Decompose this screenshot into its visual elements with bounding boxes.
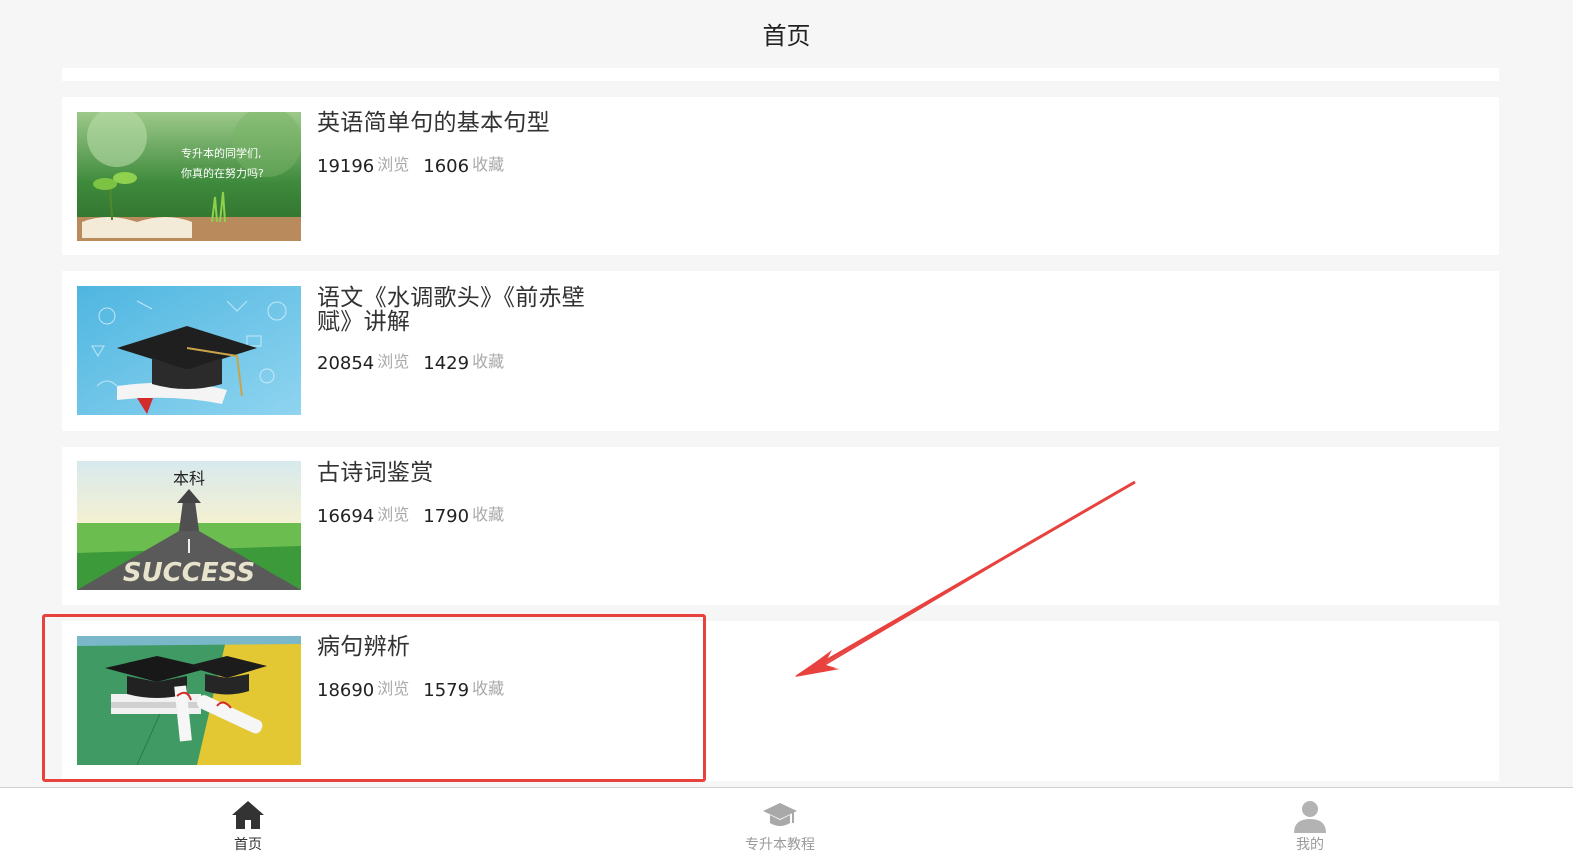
thumb-text-top: 本科 <box>173 469 205 488</box>
tab-home-label: 首页 <box>234 837 262 853</box>
views-count: 20854 <box>317 353 375 374</box>
favorites-count: 1429 <box>423 353 470 374</box>
article-stats: 19196 浏览 1606 收藏 <box>317 153 504 177</box>
favorites-count: 1606 <box>423 156 470 177</box>
article-thumbnail: 本科 SUCCESS <box>77 461 301 590</box>
article-title: 古诗词鉴赏 <box>317 460 434 486</box>
article-stats: 20854 浏览 1429 收藏 <box>317 350 504 374</box>
page-header: 首页 <box>0 0 1573 68</box>
favorites-label: 收藏 <box>472 505 505 524</box>
article-thumbnail <box>77 286 301 415</box>
views-label: 浏览 <box>377 155 410 174</box>
views-count: 16694 <box>317 506 375 527</box>
favorites-label: 收藏 <box>472 155 505 174</box>
thumb-text-line-1: 专升本的同学们, <box>181 146 262 160</box>
article-card-3[interactable]: 本科 SUCCESS 古诗词鉴赏 16694 浏览 1790 收藏 <box>62 447 1499 605</box>
views-label: 浏览 <box>377 352 410 371</box>
graduation-cap-icon <box>762 799 798 832</box>
tab-mine-label: 我的 <box>1296 837 1324 853</box>
home-icon <box>231 799 265 832</box>
article-card-2[interactable]: 语文《水调歌头》《前赤壁赋》讲解 20854 浏览 1429 收藏 <box>62 271 1499 431</box>
article-title: 英语简单句的基本句型 <box>317 110 550 136</box>
article-card-1[interactable]: 专升本的同学们, 你真的在努力吗? 英语简单句的基本句型 19196 浏览 1606… <box>62 97 1499 255</box>
page-title: 首页 <box>762 21 811 50</box>
article-thumbnail: 专升本的同学们, 你真的在努力吗? <box>77 112 301 241</box>
article-title: 语文《水调歌头》《前赤壁赋》讲解 <box>317 285 586 335</box>
favorites-count: 1790 <box>423 506 470 527</box>
list-top-strip <box>62 68 1499 81</box>
tab-mine[interactable]: 我的 <box>1250 788 1370 861</box>
highlight-box <box>42 614 706 782</box>
tab-home[interactable]: 首页 <box>188 788 308 861</box>
favorites-label: 收藏 <box>472 352 505 371</box>
views-label: 浏览 <box>377 505 410 524</box>
views-count: 19196 <box>317 156 375 177</box>
thumb-text-line-2: 你真的在努力吗? <box>181 166 264 180</box>
bottom-tab-bar: 首页 专升本教程 我的 <box>0 787 1573 861</box>
tab-tutorials-label: 专升本教程 <box>745 837 815 853</box>
article-stats: 16694 浏览 1790 收藏 <box>317 503 504 527</box>
tab-tutorials[interactable]: 专升本教程 <box>720 788 840 861</box>
user-icon <box>1292 799 1328 833</box>
thumb-text-bottom: SUCCESS <box>123 558 255 588</box>
